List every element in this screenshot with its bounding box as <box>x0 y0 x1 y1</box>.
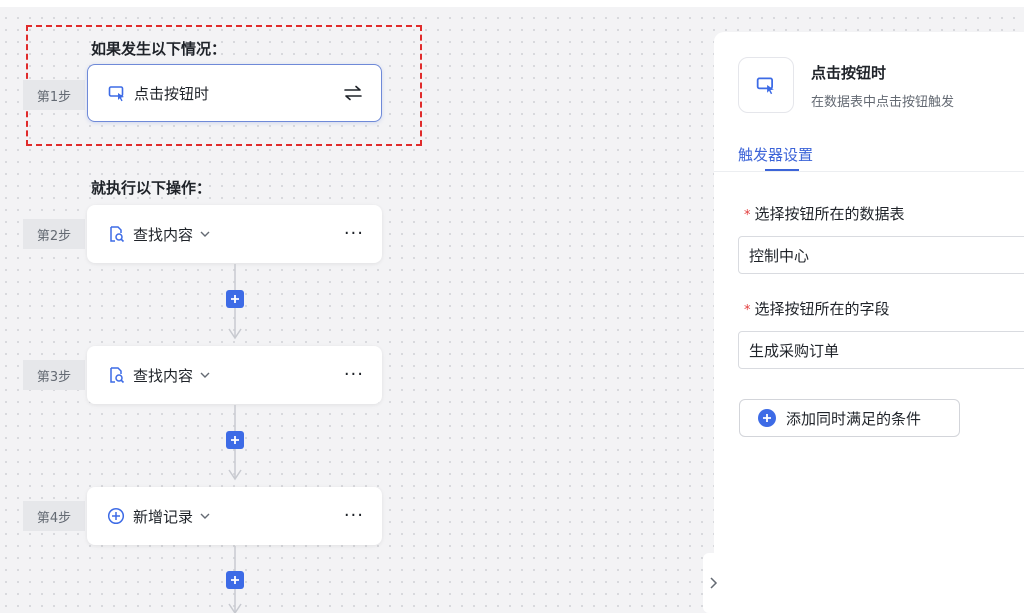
add-condition-label: 添加同时满足的条件 <box>786 409 922 428</box>
add-condition-button[interactable]: 添加同时满足的条件 <box>739 399 960 437</box>
chevron-right-icon <box>710 577 718 589</box>
table-select[interactable]: 控制中心 <box>738 236 1024 274</box>
field-label-table-text: 选择按钮所在的数据表 <box>754 205 905 223</box>
find-document-icon <box>107 224 127 244</box>
find-document-icon <box>107 365 127 385</box>
chevron-down-icon[interactable] <box>199 371 211 379</box>
step-card-2[interactable]: 查找内容 ··· <box>87 205 382 263</box>
panel-title: 点击按钮时 <box>811 64 887 82</box>
collapse-panel-button[interactable] <box>703 553 723 613</box>
tab-trigger-settings[interactable]: 触发器设置 <box>738 144 813 165</box>
required-mark: * <box>744 208 751 223</box>
add-step-button-2[interactable] <box>226 431 244 449</box>
step-tag-1: 第1步 <box>23 80 85 110</box>
step-card-4-label: 新增记录 <box>133 507 194 526</box>
plus-icon <box>231 576 239 584</box>
top-strip <box>0 0 1024 7</box>
trigger-card-label: 点击按钮时 <box>134 84 210 103</box>
field-label-field: * 选择按钮所在的字段 <box>744 298 890 319</box>
required-mark: * <box>744 303 751 318</box>
chevron-down-icon[interactable] <box>199 512 211 520</box>
field-select[interactable]: 生成采购订单 <box>738 331 1024 369</box>
tab-divider <box>714 171 1024 172</box>
cursor-click-icon <box>108 83 128 103</box>
field-label-table: * 选择按钮所在的数据表 <box>744 203 905 224</box>
chevron-down-icon[interactable] <box>199 230 211 238</box>
more-options-button[interactable]: ··· <box>344 366 364 384</box>
add-circle-icon <box>107 506 127 526</box>
more-options-button[interactable]: ··· <box>344 225 364 243</box>
plus-circle-icon <box>758 409 776 427</box>
step-tag-3: 第3步 <box>23 360 85 390</box>
plus-icon <box>231 295 239 303</box>
field-label-field-text: 选择按钮所在的字段 <box>754 300 890 318</box>
action-heading: 就执行以下操作： <box>91 179 212 197</box>
step-tag-4: 第4步 <box>23 501 85 531</box>
cursor-click-icon <box>756 77 774 95</box>
step-tag-2: 第2步 <box>23 219 85 249</box>
panel-subtitle: 在数据表中点击按钮触发 <box>811 95 955 110</box>
add-step-button-3[interactable] <box>226 571 244 589</box>
step-card-3[interactable]: 查找内容 ··· <box>87 346 382 404</box>
add-step-button-1[interactable] <box>226 290 244 308</box>
more-options-button[interactable]: ··· <box>344 507 364 525</box>
step-card-4[interactable]: 新增记录 ··· <box>87 487 382 545</box>
step-card-3-label: 查找内容 <box>133 366 194 385</box>
panel-trigger-icon <box>738 57 794 113</box>
trigger-settings-panel <box>714 32 1024 613</box>
plus-icon <box>231 436 239 444</box>
swap-arrows-icon[interactable] <box>343 85 363 101</box>
trigger-card[interactable]: 点击按钮时 <box>87 64 382 122</box>
step-card-2-label: 查找内容 <box>133 225 194 244</box>
